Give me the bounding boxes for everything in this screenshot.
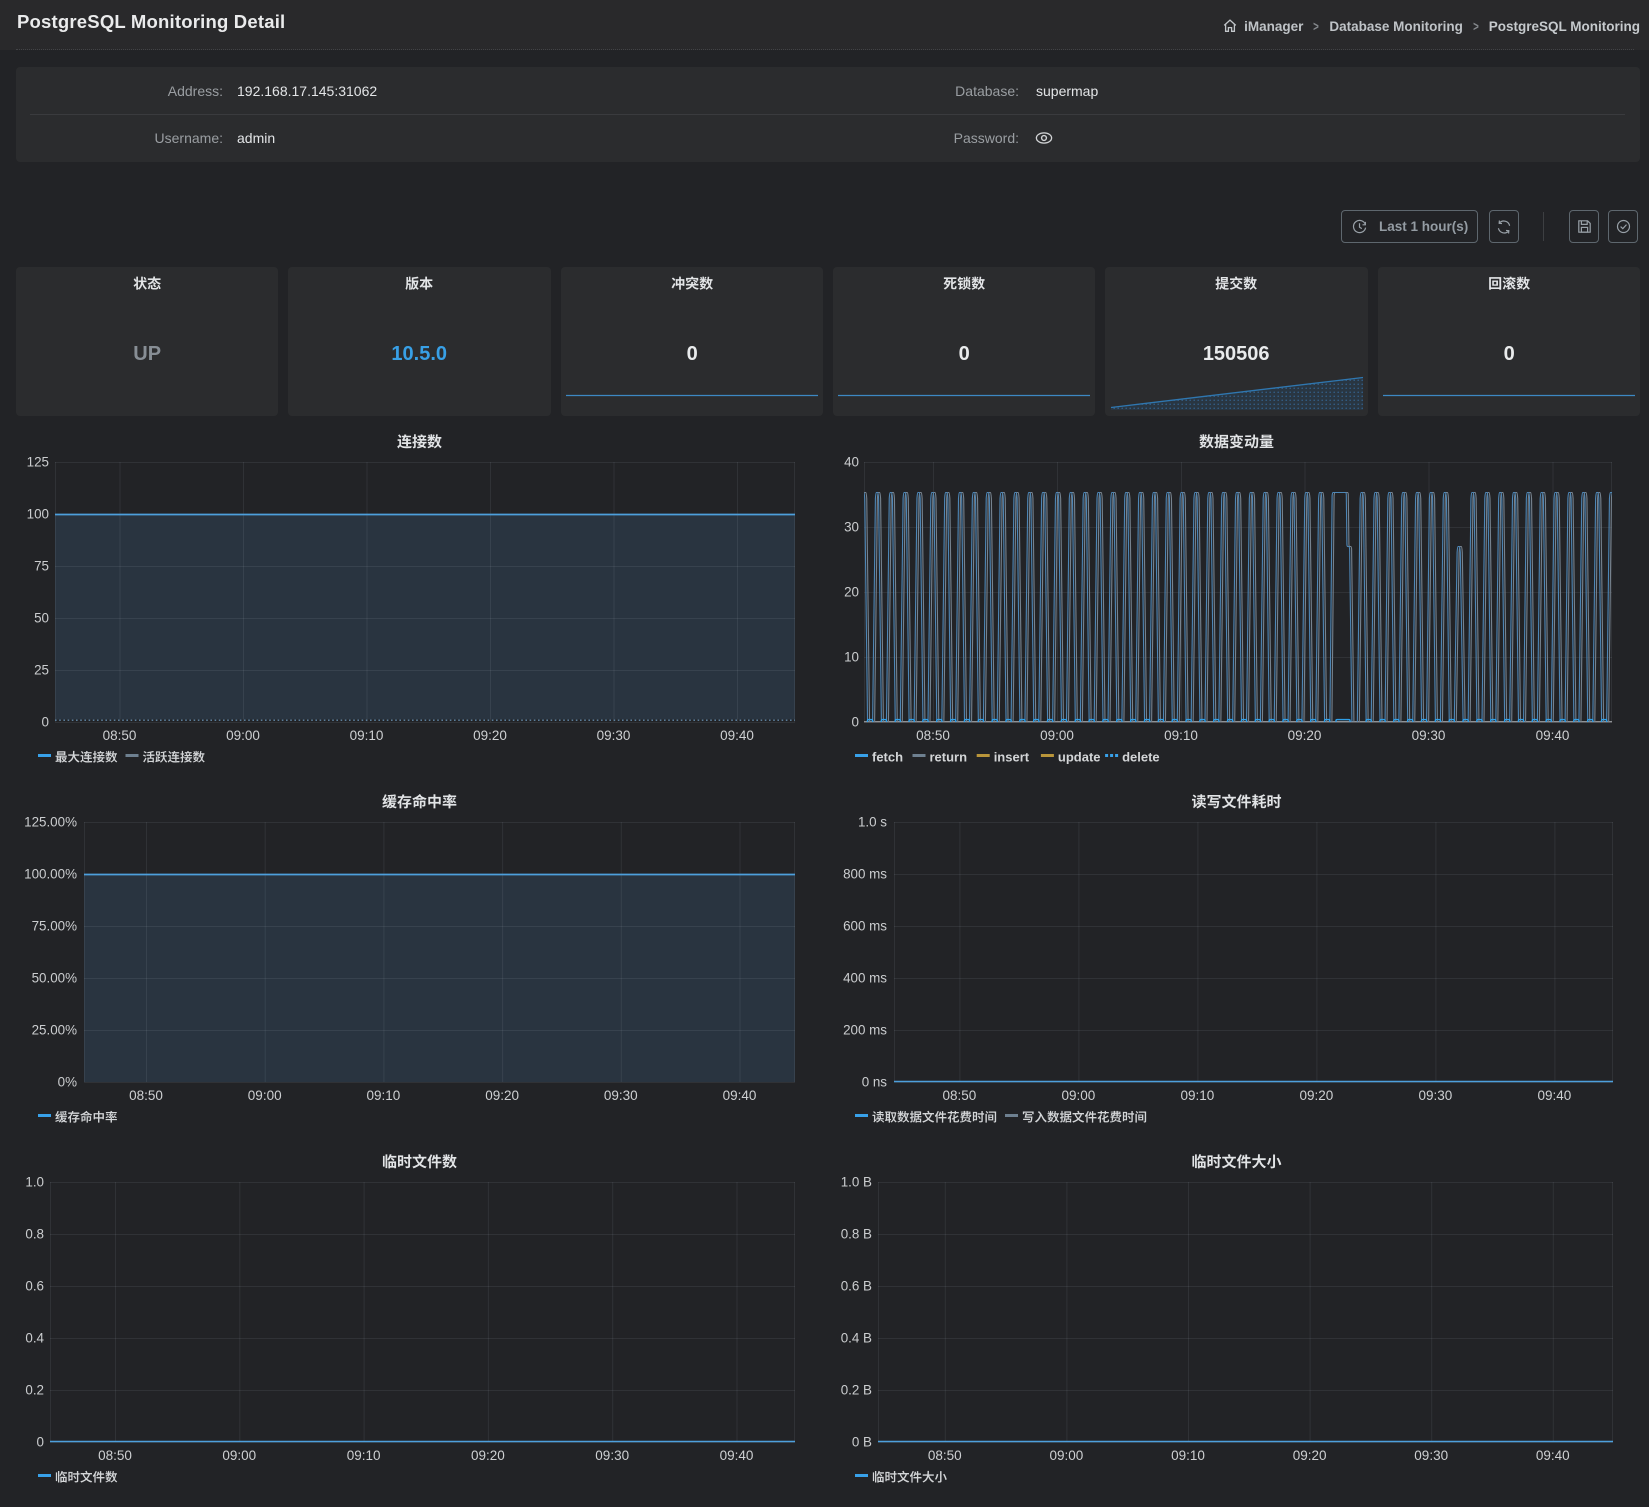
svg-text:UP: UP — [133, 343, 161, 365]
svg-text:08:50: 08:50 — [103, 728, 137, 743]
svg-text:0.6 B: 0.6 B — [841, 1279, 872, 1294]
svg-text:1.0 B: 1.0 B — [841, 1175, 872, 1190]
svg-text:09:40: 09:40 — [1536, 728, 1570, 743]
svg-text:09:30: 09:30 — [597, 728, 631, 743]
svg-text:09:30: 09:30 — [1412, 728, 1446, 743]
svg-text:0.4 B: 0.4 B — [841, 1331, 872, 1346]
svg-text:10: 10 — [844, 650, 859, 665]
svg-text:09:30: 09:30 — [604, 1088, 638, 1103]
svg-text:25: 25 — [34, 663, 49, 678]
svg-text:09:30: 09:30 — [1414, 1448, 1448, 1463]
svg-text:08:50: 08:50 — [928, 1448, 962, 1463]
svg-text:09:40: 09:40 — [1538, 1088, 1572, 1103]
svg-text:200 ms: 200 ms — [843, 1023, 887, 1038]
svg-text:update: update — [1058, 750, 1101, 765]
svg-text:09:40: 09:40 — [1536, 1448, 1570, 1463]
svg-text:10.5.0: 10.5.0 — [392, 343, 448, 365]
svg-text:50.00%: 50.00% — [32, 971, 78, 986]
svg-text:0.2: 0.2 — [25, 1383, 44, 1398]
svg-text:0 ns: 0 ns — [862, 1075, 888, 1090]
svg-text:08:50: 08:50 — [129, 1088, 163, 1103]
svg-text:08:50: 08:50 — [943, 1088, 977, 1103]
svg-text:800 ms: 800 ms — [843, 867, 887, 882]
svg-text:0.8: 0.8 — [25, 1227, 44, 1242]
svg-text:09:10: 09:10 — [1164, 728, 1198, 743]
svg-text:insert: insert — [994, 750, 1030, 765]
svg-text:100: 100 — [27, 507, 49, 522]
svg-text:09:20: 09:20 — [473, 728, 507, 743]
svg-text:400 ms: 400 ms — [843, 971, 887, 986]
svg-text:08:50: 08:50 — [916, 728, 950, 743]
svg-text:09:40: 09:40 — [720, 728, 754, 743]
svg-text:09:20: 09:20 — [471, 1448, 505, 1463]
svg-text:75.00%: 75.00% — [32, 919, 78, 934]
svg-text:09:30: 09:30 — [1419, 1088, 1453, 1103]
svg-text:50: 50 — [34, 611, 49, 626]
svg-text:09:20: 09:20 — [1288, 728, 1322, 743]
svg-text:return: return — [930, 750, 968, 765]
svg-text:0: 0 — [686, 343, 697, 365]
svg-text:125: 125 — [27, 455, 49, 470]
svg-text:0 B: 0 B — [852, 1435, 872, 1450]
svg-text:40: 40 — [844, 455, 859, 470]
svg-text:09:10: 09:10 — [1181, 1088, 1215, 1103]
svg-text:0.8 B: 0.8 B — [841, 1227, 872, 1242]
svg-text:20: 20 — [844, 585, 859, 600]
svg-text:600 ms: 600 ms — [843, 919, 887, 934]
svg-text:0: 0 — [959, 343, 970, 365]
svg-text:09:20: 09:20 — [1293, 1448, 1327, 1463]
svg-text:0.2 B: 0.2 B — [841, 1383, 872, 1398]
svg-text:09:00: 09:00 — [248, 1088, 282, 1103]
svg-text:30: 30 — [844, 520, 859, 535]
svg-text:0: 0 — [42, 715, 49, 730]
svg-text:100.00%: 100.00% — [24, 867, 77, 882]
svg-text:09:00: 09:00 — [222, 1448, 256, 1463]
svg-text:09:00: 09:00 — [1050, 1448, 1084, 1463]
svg-text:09:40: 09:40 — [723, 1088, 757, 1103]
svg-text:09:20: 09:20 — [485, 1088, 519, 1103]
svg-text:25.00%: 25.00% — [32, 1023, 78, 1038]
svg-text:09:00: 09:00 — [1040, 728, 1074, 743]
svg-text:09:40: 09:40 — [720, 1448, 754, 1463]
svg-text:09:10: 09:10 — [350, 728, 384, 743]
svg-text:0: 0 — [1503, 343, 1514, 365]
svg-text:09:10: 09:10 — [367, 1088, 401, 1103]
svg-text:0: 0 — [852, 715, 859, 730]
svg-text:09:20: 09:20 — [1300, 1088, 1334, 1103]
svg-text:75: 75 — [34, 559, 49, 574]
svg-text:0.4: 0.4 — [25, 1331, 44, 1346]
svg-text:09:00: 09:00 — [1062, 1088, 1096, 1103]
svg-text:09:10: 09:10 — [1171, 1448, 1205, 1463]
svg-text:09:30: 09:30 — [595, 1448, 629, 1463]
svg-text:150506: 150506 — [1203, 343, 1270, 365]
svg-text:09:00: 09:00 — [226, 728, 260, 743]
svg-text:09:10: 09:10 — [347, 1448, 381, 1463]
svg-text:fetch: fetch — [872, 750, 903, 765]
svg-text:08:50: 08:50 — [98, 1448, 132, 1463]
svg-text:1.0 s: 1.0 s — [858, 815, 887, 830]
svg-text:0.6: 0.6 — [25, 1279, 44, 1294]
svg-text:0: 0 — [37, 1435, 44, 1450]
svg-text:125.00%: 125.00% — [24, 815, 77, 830]
svg-text:delete: delete — [1122, 750, 1160, 765]
svg-text:1.0: 1.0 — [25, 1175, 44, 1190]
svg-text:0%: 0% — [58, 1075, 77, 1090]
